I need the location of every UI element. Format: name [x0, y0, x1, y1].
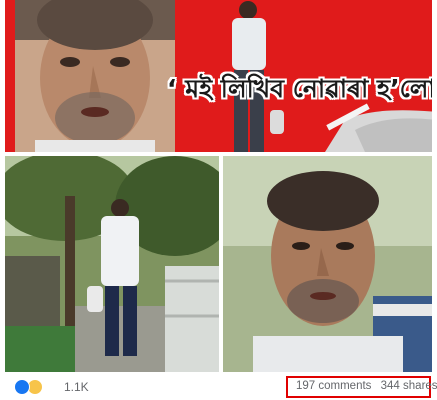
shares-count-link[interactable]: 344 shares — [381, 380, 437, 392]
comments-count-link[interactable]: 197 comments — [296, 380, 371, 392]
banner-man-portrait — [15, 0, 175, 152]
man-portrait — [223, 156, 432, 372]
post-photo-portrait[interactable] — [223, 156, 432, 372]
reaction-count: 1.1K — [64, 380, 89, 394]
post-photo-street[interactable] — [5, 156, 219, 372]
comments-shares-highlight: 197 comments 344 shares — [286, 376, 437, 398]
post-footer: 1.1K 197 comments 344 shares — [0, 374, 437, 400]
street-scene — [5, 156, 219, 372]
facebook-post: ‘ মই লিখিব নোৱাৰা হ’লো...’ — [0, 0, 437, 400]
post-banner-image[interactable]: ‘ মই লিখিব নোৱাৰা হ’লো...’ — [5, 0, 432, 152]
banner-hand-writing — [325, 103, 432, 152]
like-reaction-icon — [14, 379, 30, 395]
